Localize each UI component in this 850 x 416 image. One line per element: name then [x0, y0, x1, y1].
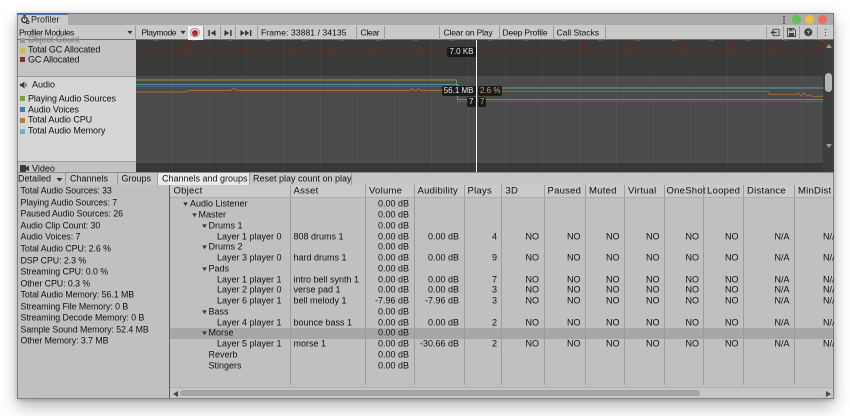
svg-text:?: ?: [807, 31, 811, 37]
